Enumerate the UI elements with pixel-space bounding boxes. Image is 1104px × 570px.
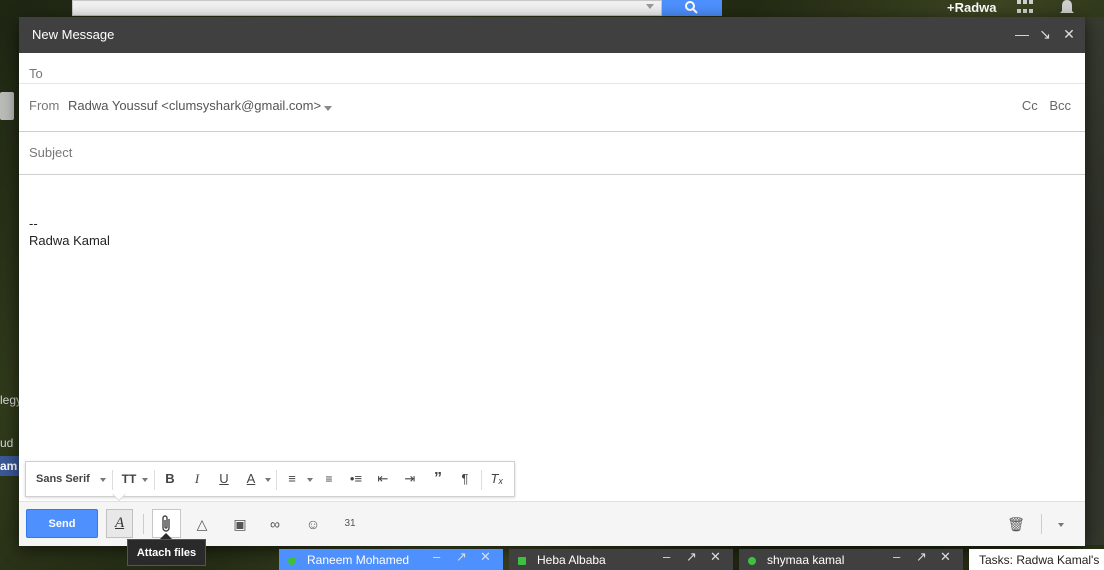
left-nav-selected[interactable]: am bbox=[0, 456, 20, 476]
attach-files-tooltip: Attach files bbox=[127, 539, 206, 566]
minimize-icon[interactable]: — bbox=[1015, 27, 1029, 41]
text-color-icon[interactable]: A bbox=[241, 470, 261, 488]
subject-field[interactable]: Subject bbox=[19, 132, 1085, 175]
trash-icon[interactable]: 🗑 bbox=[1005, 513, 1027, 535]
compose-title: New Message bbox=[32, 27, 115, 42]
apps-grid-icon[interactable] bbox=[1017, 0, 1033, 16]
paragraph-direction-icon[interactable]: ¶ bbox=[455, 470, 475, 488]
search-options-caret[interactable] bbox=[646, 4, 654, 9]
numbered-list-icon[interactable]: ≡ bbox=[319, 470, 339, 488]
formatting-options-button[interactable]: A bbox=[106, 509, 133, 538]
insert-photo-icon[interactable]: ▣ bbox=[229, 513, 251, 535]
from-dropdown-caret-icon[interactable] bbox=[324, 106, 332, 111]
to-label: To bbox=[29, 66, 43, 81]
calendar-icon[interactable]: 31 bbox=[339, 513, 361, 535]
subject-placeholder: Subject bbox=[29, 145, 73, 160]
font-caret-icon bbox=[100, 478, 106, 482]
cc-link[interactable]: Cc bbox=[1022, 98, 1038, 113]
close-icon[interactable]: ✕ bbox=[940, 549, 951, 565]
text-color-caret-icon bbox=[265, 478, 271, 482]
toolbar-pointer-inner bbox=[113, 494, 125, 500]
minimize-icon[interactable]: – bbox=[663, 549, 670, 564]
formatting-a-icon: A bbox=[115, 515, 125, 531]
close-icon[interactable]: ✕ bbox=[1063, 27, 1075, 41]
bulleted-list-icon[interactable]: •≡ bbox=[346, 470, 366, 488]
signature-name: Radwa Kamal bbox=[29, 233, 110, 248]
user-profile-link[interactable]: +Radwa bbox=[947, 0, 997, 15]
drive-icon[interactable]: △ bbox=[191, 513, 213, 535]
chat-tab[interactable]: Heba Albaba – ↗ ✕ bbox=[509, 549, 733, 570]
search-input[interactable] bbox=[72, 0, 662, 16]
chat-tab-name: Heba Albaba bbox=[537, 553, 606, 567]
compose-titlebar[interactable]: New Message — ↘ ✕ bbox=[19, 17, 1085, 53]
right-edge-shadow bbox=[1085, 17, 1104, 545]
indent-less-icon[interactable]: ⇤ bbox=[373, 470, 393, 488]
video-status-icon bbox=[518, 557, 526, 565]
more-options-caret-icon[interactable] bbox=[1058, 523, 1064, 527]
emoji-icon[interactable]: ☺ bbox=[302, 513, 324, 535]
chat-tab[interactable]: Raneem Mohamed – ↗ ✕ bbox=[279, 549, 503, 570]
compose-window: New Message — ↘ ✕ To From Radwa Youssuf … bbox=[19, 17, 1085, 546]
from-row: From Radwa Youssuf <clumsyshark@gmail.co… bbox=[19, 84, 1085, 132]
online-status-icon bbox=[288, 557, 296, 565]
align-icon[interactable]: ≡ bbox=[282, 470, 302, 488]
notifications-bell-icon[interactable] bbox=[1058, 0, 1076, 16]
chat-tab-name: Raneem Mohamed bbox=[307, 553, 410, 567]
font-size-icon[interactable]: TT bbox=[119, 470, 139, 488]
from-label: From bbox=[29, 98, 60, 113]
signature-separator: -- bbox=[29, 216, 38, 231]
bcc-link[interactable]: Bcc bbox=[1049, 98, 1071, 113]
font-size-caret-icon bbox=[142, 478, 148, 482]
close-icon[interactable]: ✕ bbox=[480, 549, 491, 565]
tasks-tab[interactable]: Tasks: Radwa Kamal's bbox=[969, 549, 1104, 570]
exit-fullscreen-icon[interactable]: ↘ bbox=[1039, 27, 1051, 41]
align-caret-icon bbox=[307, 478, 313, 482]
tasks-tab-name: Tasks: Radwa Kamal's bbox=[979, 553, 1100, 567]
online-status-icon bbox=[748, 557, 756, 565]
send-button[interactable]: Send bbox=[26, 509, 98, 538]
insert-link-icon[interactable]: ∞ bbox=[264, 513, 286, 535]
chat-tab-name: shymaa kamal bbox=[767, 553, 845, 567]
remove-formatting-icon[interactable]: Tₓ bbox=[487, 470, 507, 488]
italic-icon[interactable]: I bbox=[187, 470, 207, 488]
paperclip-icon bbox=[162, 515, 170, 532]
font-family-select[interactable]: Sans Serif bbox=[36, 473, 90, 485]
bold-icon[interactable]: B bbox=[160, 470, 180, 488]
popout-icon[interactable]: ↗ bbox=[916, 549, 927, 565]
to-field[interactable]: To bbox=[19, 53, 1085, 84]
minimize-icon[interactable]: – bbox=[433, 549, 440, 564]
left-nav-label: ud bbox=[0, 436, 14, 450]
chat-tab[interactable]: shymaa kamal – ↗ ✕ bbox=[739, 549, 963, 570]
indent-more-icon[interactable]: ⇥ bbox=[400, 470, 420, 488]
from-select[interactable]: Radwa Youssuf <clumsyshark@gmail.com> bbox=[68, 98, 321, 113]
left-nav-selected-label: am bbox=[0, 459, 18, 473]
popout-icon[interactable]: ↗ bbox=[686, 549, 697, 565]
left-compose-button[interactable] bbox=[0, 92, 14, 120]
formatting-toolbar: Sans Serif TT B I U A ≡ ≡ •≡ ⇤ ⇥ ” ¶ Tₓ bbox=[25, 461, 515, 497]
close-icon[interactable]: ✕ bbox=[710, 549, 721, 565]
search-button[interactable] bbox=[662, 0, 722, 16]
popout-icon[interactable]: ↗ bbox=[456, 549, 467, 565]
search-icon bbox=[685, 1, 698, 14]
minimize-icon[interactable]: – bbox=[893, 549, 900, 564]
message-body[interactable]: -- Radwa Kamal bbox=[19, 173, 1085, 463]
underline-icon[interactable]: U bbox=[214, 470, 234, 488]
quote-icon[interactable]: ” bbox=[428, 470, 448, 488]
